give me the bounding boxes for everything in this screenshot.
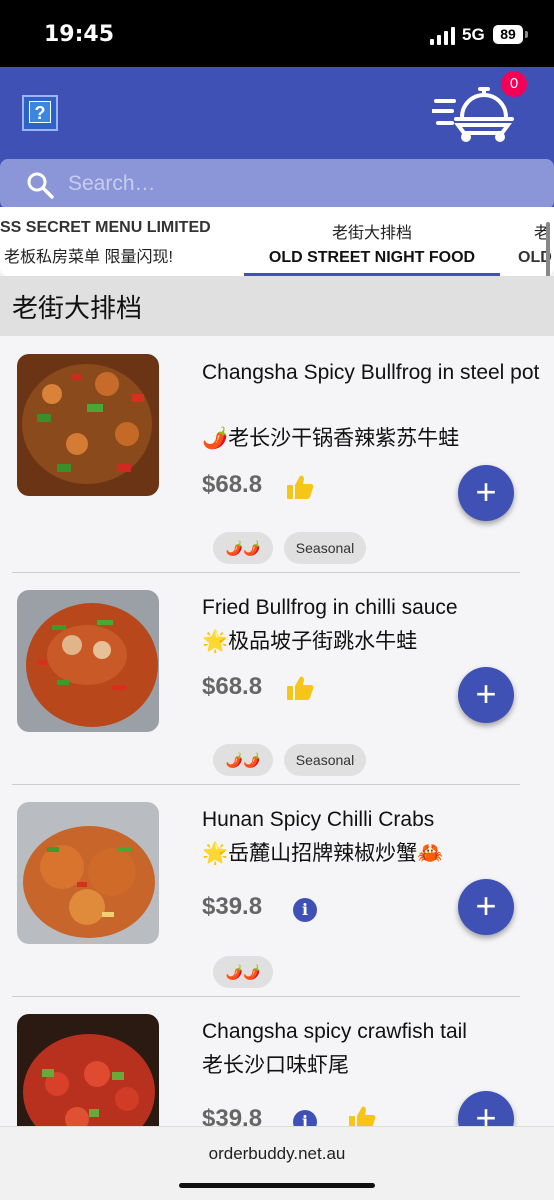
battery-icon: 89	[493, 25, 523, 44]
add-to-cart-button[interactable]: +	[458, 1091, 514, 1126]
search-bar[interactable]: Search…	[0, 159, 554, 209]
menu-list: Changsha Spicy Bullfrog in steel pot 🌶️老…	[0, 336, 554, 1126]
category-tabs: SS SECRET MENU LIMITED 老板私房菜单 限量闪现! 老街大排…	[0, 207, 554, 276]
add-to-cart-button[interactable]: +	[458, 879, 514, 935]
seasonal-tag: Seasonal	[284, 532, 366, 564]
help-icon: ?	[29, 101, 51, 123]
dish-photo	[17, 802, 159, 944]
section-title: 老街大排档	[12, 294, 143, 324]
help-button[interactable]: ?	[22, 95, 58, 131]
home-indicator[interactable]	[179, 1183, 375, 1188]
item-name-zh: 🌶️老长沙干锅香辣紫苏牛蛙	[202, 427, 460, 450]
add-to-cart-button[interactable]: +	[458, 465, 514, 521]
spicy-tag: 🌶️🌶️	[213, 956, 273, 988]
app-header: ? 0 Search…	[0, 67, 554, 209]
thumbs-up-icon	[287, 475, 314, 499]
seasonal-tag: Seasonal	[284, 744, 366, 776]
item-name-zh: 老长沙口味虾尾	[202, 1054, 349, 1077]
thumbs-up-icon	[349, 1106, 376, 1126]
dish-photo	[17, 354, 159, 496]
thumbs-up-icon	[287, 676, 314, 700]
item-name-en: Changsha Spicy Bullfrog in steel pot	[202, 361, 540, 384]
add-to-cart-button[interactable]: +	[458, 667, 514, 723]
site-url: orderbuddy.net.au	[208, 1144, 346, 1163]
item-price: $68.8	[202, 471, 263, 498]
dish-photo	[17, 1014, 159, 1126]
network-label: 5G	[462, 25, 485, 44]
signal-icon	[430, 27, 455, 45]
menu-item[interactable]: Fried Bullfrog in chilli sauce 🌟极品坡子街跳水牛…	[12, 573, 520, 785]
info-icon[interactable]: i	[293, 1110, 317, 1126]
dish-photo	[17, 590, 159, 732]
item-price: $39.8	[202, 893, 263, 920]
battery-tip	[525, 31, 528, 38]
tab-old-street[interactable]: 老街大排档 OLD STREET NIGHT FOOD	[244, 207, 500, 276]
search-input[interactable]: Search…	[68, 172, 156, 196]
menu-item[interactable]: Changsha spicy crawfish tail 老长沙口味虾尾 $39…	[12, 997, 520, 1126]
item-price: $68.8	[202, 673, 263, 700]
item-name-en: Changsha spicy crawfish tail	[202, 1020, 467, 1043]
item-price: $39.8	[202, 1105, 263, 1126]
menu-item[interactable]: Hunan Spicy Chilli Crabs 🌟岳麓山招牌辣椒炒蟹🦀 $39…	[12, 785, 520, 997]
tab-label-en: OLD STREET NIGHT FOOD	[268, 249, 476, 266]
tab-label-en: SS SECRET MENU LIMITED	[0, 219, 211, 236]
item-name-zh: 🌟极品坡子街跳水牛蛙	[202, 630, 418, 653]
info-icon[interactable]: i	[293, 898, 317, 922]
section-header: 老街大排档	[0, 276, 554, 336]
item-name-zh: 🌟岳麓山招牌辣椒炒蟹🦀	[202, 842, 444, 865]
search-icon	[27, 172, 54, 199]
tab-secret-menu[interactable]: SS SECRET MENU LIMITED 老板私房菜单 限量闪现!	[0, 207, 232, 276]
tab-label-zh: 老板私房菜单 限量闪现!	[4, 249, 173, 266]
menu-item[interactable]: Changsha Spicy Bullfrog in steel pot 🌶️老…	[12, 336, 539, 573]
status-time: 19:45	[44, 22, 115, 47]
item-name-en: Fried Bullfrog in chilli sauce	[202, 596, 458, 619]
tab-label-zh: 老	[534, 225, 551, 242]
status-bar: 19:45 5G 89	[0, 0, 554, 67]
cart-count-badge: 0	[501, 71, 527, 97]
item-name-en: Hunan Spicy Chilli Crabs	[202, 808, 435, 831]
spicy-tag: 🌶️🌶️	[213, 532, 273, 564]
browser-url-bar[interactable]: orderbuddy.net.au	[0, 1126, 554, 1200]
tab-label-zh: 老街大排档	[331, 225, 412, 242]
spicy-tag: 🌶️🌶️	[213, 744, 273, 776]
